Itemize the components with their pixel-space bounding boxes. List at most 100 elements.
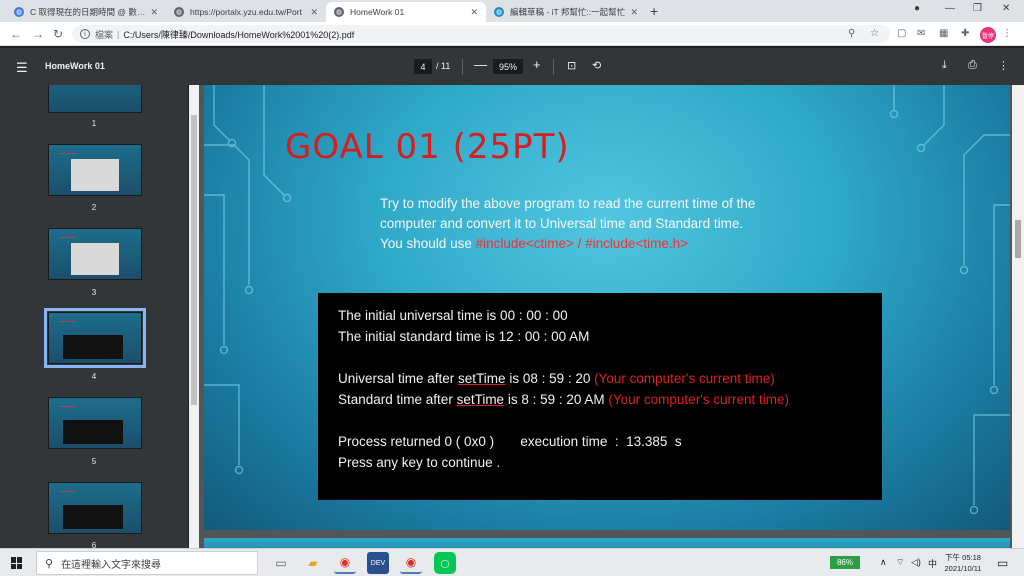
page-thumbnail-1[interactable]	[48, 85, 142, 113]
tab-homework[interactable]: ◍ HomeWork 01 ✕	[326, 2, 486, 22]
line-app-icon[interactable]: ◯	[434, 552, 456, 574]
page-thumbnail-2[interactable]: ━━━━━━━	[48, 144, 142, 196]
extension-icon[interactable]: ▢	[897, 28, 906, 39]
kebab-menu-icon[interactable]: ⋮	[1002, 28, 1012, 39]
page-number-input[interactable]: 4	[414, 59, 432, 74]
bookmark-star-icon[interactable]: ☆	[870, 28, 879, 39]
console-text: is 08 : 59 : 20	[505, 371, 595, 386]
zoom-icon[interactable]: ⚲	[848, 28, 855, 39]
reload-icon[interactable]: ↻	[53, 27, 63, 41]
window-close-button[interactable]: ✕	[1002, 3, 1010, 14]
dev-cpp-icon[interactable]: DEV	[367, 552, 389, 574]
system-clock[interactable]: 下午 05:18 2021/10/11	[940, 552, 986, 574]
hamburger-menu-icon[interactable]: ☰	[16, 60, 28, 76]
chrome-icon[interactable]: ◉	[334, 552, 356, 574]
download-icon[interactable]: ⤓	[942, 59, 947, 72]
thumbnail-number: 6	[91, 541, 97, 548]
maximize-button[interactable]: ❐	[973, 3, 982, 14]
console-text: Standard time after	[338, 392, 457, 407]
minimize-button[interactable]: —	[945, 3, 955, 14]
fit-page-icon[interactable]: ⊡	[567, 59, 576, 72]
tab-search-icon[interactable]: ●	[914, 3, 920, 14]
page-thumbnail-3[interactable]: ━━━━━━━	[48, 228, 142, 280]
tab-ithome[interactable]: ◍ 編輯草稿 - iT 邦幫忙::一起幫忙 ✕	[486, 2, 646, 22]
scrollbar-thumb[interactable]	[191, 115, 197, 405]
pdf-title: HomeWork 01	[45, 61, 105, 71]
close-icon[interactable]: ✕	[150, 7, 158, 18]
tab-label: C 取得現在的日期時間 @ 數位故	[30, 7, 147, 17]
more-options-icon[interactable]: ⋮	[998, 59, 1009, 72]
file-explorer-icon[interactable]: ▰	[302, 552, 324, 574]
slide-page: GOAL 01 (25PT) Try to modify the above p…	[204, 85, 1010, 530]
battery-indicator[interactable]: 86%	[830, 556, 860, 569]
clock-time: 下午 05:18	[945, 553, 981, 562]
thumbnail-code-box	[71, 159, 119, 191]
chevron-up-icon[interactable]: ∧	[880, 557, 887, 568]
console-line: The initial standard time is 12 : 00 : 0…	[338, 329, 590, 344]
thumbnail-console	[63, 335, 123, 359]
console-output: The initial universal time is 00 : 00 : …	[318, 293, 882, 500]
back-icon[interactable]: ←	[10, 27, 22, 41]
thumbnail-console	[63, 505, 123, 529]
page-thumbnail-6[interactable]: ━━━━━━━	[48, 482, 142, 534]
search-placeholder[interactable]: 在這裡輸入文字來搜尋	[61, 556, 161, 571]
task-view-icon[interactable]: ▭	[270, 552, 292, 574]
tab-strip: ◍ C 取得現在的日期時間 @ 數位故 ✕ ◍ https://portalx.…	[0, 0, 1024, 22]
scheme-label: 檔案	[95, 29, 114, 40]
console-note: (Your computer's current time)	[594, 371, 775, 386]
console-line: Process returned 0 ( 0x0 ) execution tim…	[338, 434, 682, 449]
thumbnail-title: ━━━━━━━	[59, 319, 76, 324]
slide-title: GOAL 01 (25PT)	[285, 127, 570, 167]
search-icon: ⚲	[45, 557, 54, 570]
thumbnail-number: 2	[91, 203, 97, 212]
close-icon[interactable]: ✕	[470, 7, 478, 18]
notification-icon[interactable]: ▭	[997, 556, 1008, 570]
page-thumbnail-4[interactable]: ━━━━━━━	[44, 308, 146, 368]
globe-icon: ◍	[174, 7, 184, 17]
new-tab-button[interactable]: +	[650, 3, 658, 19]
extension-icon[interactable]: ✉	[917, 28, 925, 39]
sidebar-scrollbar[interactable]	[189, 85, 199, 548]
windows-start-icon[interactable]	[11, 557, 23, 569]
pdf-toolbar: ☰ HomeWork 01 4 / 11 — 95% + ⊡ ⟲ ⤓ ⎙ ⋮	[0, 48, 1024, 85]
puzzle-icon[interactable]: ✚	[961, 28, 969, 39]
tab-label: HomeWork 01	[350, 7, 405, 17]
include-prefix: You should use	[380, 236, 476, 251]
scrollbar-thumb[interactable]	[1015, 220, 1021, 258]
taskbar-search[interactable]: ⚲ 在這裡輸入文字來搜尋	[36, 551, 258, 575]
zoom-out-button[interactable]: —	[474, 57, 487, 72]
include-headers: #include<ctime> / #include<time.h>	[475, 236, 688, 251]
zoom-input[interactable]: 95%	[493, 59, 523, 74]
profile-avatar[interactable]: 暫停	[980, 27, 996, 43]
address-bar[interactable]: i 檔案 | C:/Users/陳律臻/Downloads/HomeWork%2…	[72, 25, 890, 43]
thumbnail-title: ━━━━━━━	[59, 404, 76, 409]
close-icon[interactable]: ✕	[310, 7, 318, 18]
address-separator: |	[117, 29, 120, 39]
console-text: Universal time after	[338, 371, 459, 386]
clock-date: 2021/10/11	[944, 564, 982, 573]
extension-icon[interactable]: ▦	[939, 28, 948, 39]
ime-indicator[interactable]: 中	[928, 557, 937, 570]
wifi-icon[interactable]: ⌔	[896, 557, 904, 568]
print-icon[interactable]: ⎙	[968, 59, 977, 72]
chrome-icon[interactable]: ◉	[400, 552, 422, 574]
rotate-icon[interactable]: ⟲	[592, 59, 601, 72]
tab-portal[interactable]: ◍ https://portalx.yzu.edu.tw/Port ✕	[166, 2, 326, 22]
info-icon[interactable]: i	[80, 29, 90, 39]
page-thumbnail-5[interactable]: ━━━━━━━	[48, 397, 142, 449]
forward-icon[interactable]: →	[32, 27, 44, 41]
tab-label: https://portalx.yzu.edu.tw/Port	[190, 7, 302, 17]
zoom-in-button[interactable]: +	[533, 57, 541, 72]
pdf-viewer: GOAL 01 (25PT) Try to modify the above p…	[199, 85, 1012, 548]
tab-c-datetime[interactable]: ◍ C 取得現在的日期時間 @ 數位故 ✕	[6, 2, 166, 22]
url-text[interactable]: C:/Users/陳律臻/Downloads/HomeWork%2001%20(…	[123, 28, 354, 41]
next-slide-page	[204, 538, 1010, 548]
page-total: / 11	[436, 61, 451, 71]
divider	[553, 59, 554, 75]
close-icon[interactable]: ✕	[630, 7, 638, 18]
viewer-scrollbar[interactable]	[1012, 85, 1024, 548]
thumbnail-number: 4	[91, 372, 97, 381]
instruction-text: Try to modify the above program to read …	[380, 196, 756, 231]
thumbnail-title: ━━━━━━━	[59, 489, 76, 494]
volume-icon[interactable]: ◁)	[911, 557, 921, 568]
